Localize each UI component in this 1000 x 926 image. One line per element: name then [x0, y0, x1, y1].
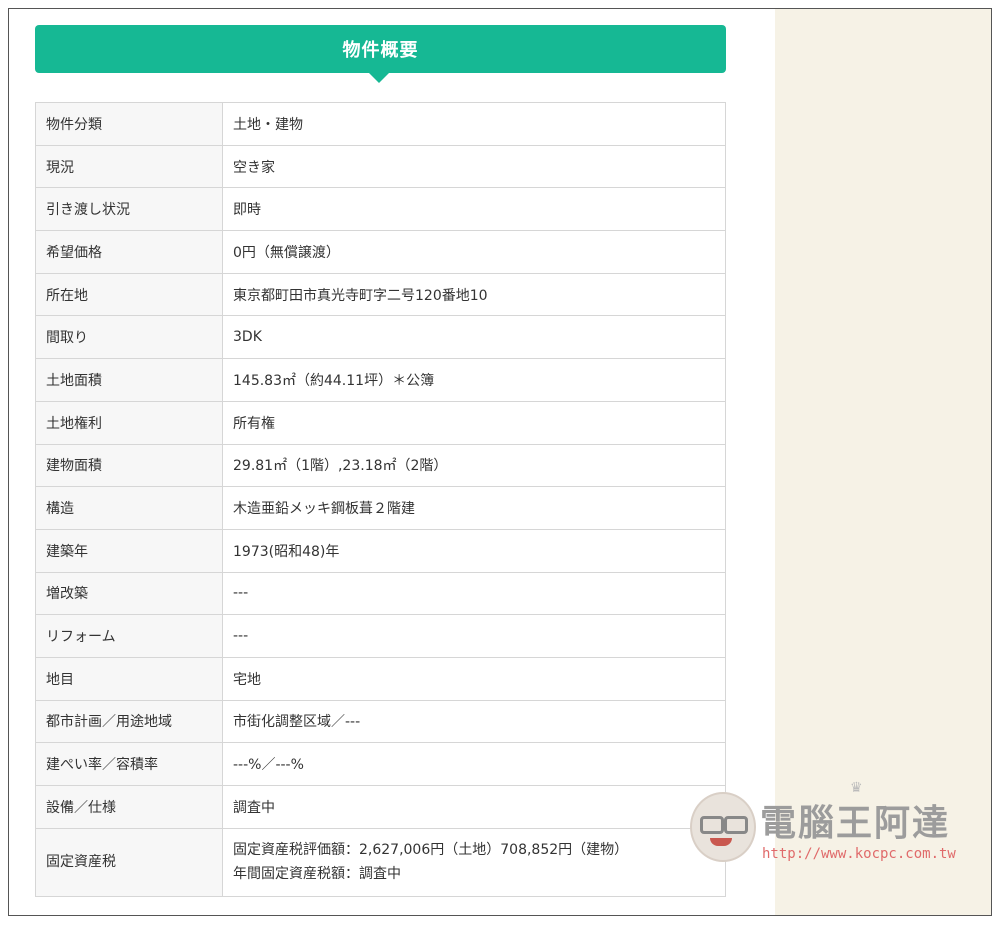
row-label: 現況 — [35, 144, 223, 189]
page-frame: 物件概要 物件分類 土地・建物 現況 空き家 引き渡し状況 即時 希望価格 0円… — [8, 8, 992, 916]
table-row: 都市計画／用途地域 市街化調整区域／--- — [35, 699, 726, 744]
row-value: 即時 — [222, 187, 726, 232]
row-value: 3DK — [222, 315, 726, 360]
row-value: --- — [222, 614, 726, 658]
row-label: リフォーム — [35, 614, 223, 658]
row-label: 増改築 — [35, 571, 223, 616]
row-label: 所在地 — [35, 272, 223, 317]
row-label: 土地権利 — [35, 400, 223, 445]
row-label: 設備／仕様 — [35, 785, 223, 829]
table-row: 土地権利 所有権 — [35, 400, 726, 445]
row-label: 建物面積 — [35, 443, 223, 488]
property-overview-table: 物件分類 土地・建物 現況 空き家 引き渡し状況 即時 希望価格 0円（無償譲渡… — [35, 102, 726, 897]
row-value: 29.81㎡（1階）,23.18㎡（2階） — [222, 443, 726, 488]
table-row: 建物面積 29.81㎡（1階）,23.18㎡（2階） — [35, 443, 726, 488]
table-row: 間取り 3DK — [35, 315, 726, 360]
row-value: 調査中 — [222, 785, 726, 829]
table-row: 引き渡し状況 即時 — [35, 187, 726, 232]
table-row: 希望価格 0円（無償譲渡） — [35, 230, 726, 274]
row-label: 建築年 — [35, 528, 223, 573]
table-row: 地目 宅地 — [35, 656, 726, 701]
row-value: 145.83㎡（約44.11坪）＊公簿 — [222, 358, 726, 402]
table-row: 設備／仕様 調査中 — [35, 785, 726, 829]
table-row: 土地面積 145.83㎡（約44.11坪）＊公簿 — [35, 358, 726, 402]
table-row: リフォーム --- — [35, 614, 726, 658]
row-value: 固定資産税評価額：2,627,006円（土地）708,852円（建物） 年間固定… — [222, 827, 726, 897]
table-row: 構造 木造亜鉛メッキ鋼板葺２階建 — [35, 486, 726, 530]
row-label: 引き渡し状況 — [35, 187, 223, 232]
row-value: 市街化調整区域／--- — [222, 699, 726, 744]
row-value-line: 年間固定資産税額：調査中 — [233, 866, 401, 883]
row-value: 1973(昭和48)年 — [222, 528, 726, 573]
row-value: 土地・建物 — [222, 102, 726, 146]
row-label: 土地面積 — [35, 358, 223, 402]
sidebar — [775, 9, 991, 915]
row-value: 宅地 — [222, 656, 726, 701]
row-value: 木造亜鉛メッキ鋼板葺２階建 — [222, 486, 726, 530]
section-heading-text: 物件概要 — [342, 40, 419, 61]
table-row: 現況 空き家 — [35, 144, 726, 189]
table-row: 建築年 1973(昭和48)年 — [35, 528, 726, 573]
section-heading: 物件概要 — [35, 25, 726, 73]
table-row: 物件分類 土地・建物 — [35, 102, 726, 146]
row-label: 希望価格 — [35, 230, 223, 274]
row-value: 空き家 — [222, 144, 726, 189]
row-label: 都市計画／用途地域 — [35, 699, 223, 744]
table-row: 所在地 東京都町田市真光寺町字二号120番地10 — [35, 272, 726, 317]
row-label: 構造 — [35, 486, 223, 530]
row-value-line: 固定資産税評価額：2,627,006円（土地）708,852円（建物） — [233, 842, 629, 859]
row-label: 固定資産税 — [35, 827, 223, 897]
row-label: 物件分類 — [35, 102, 223, 146]
row-value: 0円（無償譲渡） — [222, 230, 726, 274]
table-row: 建ぺい率／容積率 ---%／---% — [35, 742, 726, 786]
row-value: --- — [222, 571, 726, 616]
heading-arrow — [369, 73, 389, 83]
row-value: 東京都町田市真光寺町字二号120番地10 — [222, 272, 726, 317]
row-label: 間取り — [35, 315, 223, 360]
row-value: ---%／---% — [222, 742, 726, 786]
table-row: 固定資産税 固定資産税評価額：2,627,006円（土地）708,852円（建物… — [35, 827, 726, 897]
row-value: 所有権 — [222, 400, 726, 445]
row-label: 地目 — [35, 656, 223, 701]
row-label: 建ぺい率／容積率 — [35, 742, 223, 786]
table-row: 増改築 --- — [35, 571, 726, 616]
